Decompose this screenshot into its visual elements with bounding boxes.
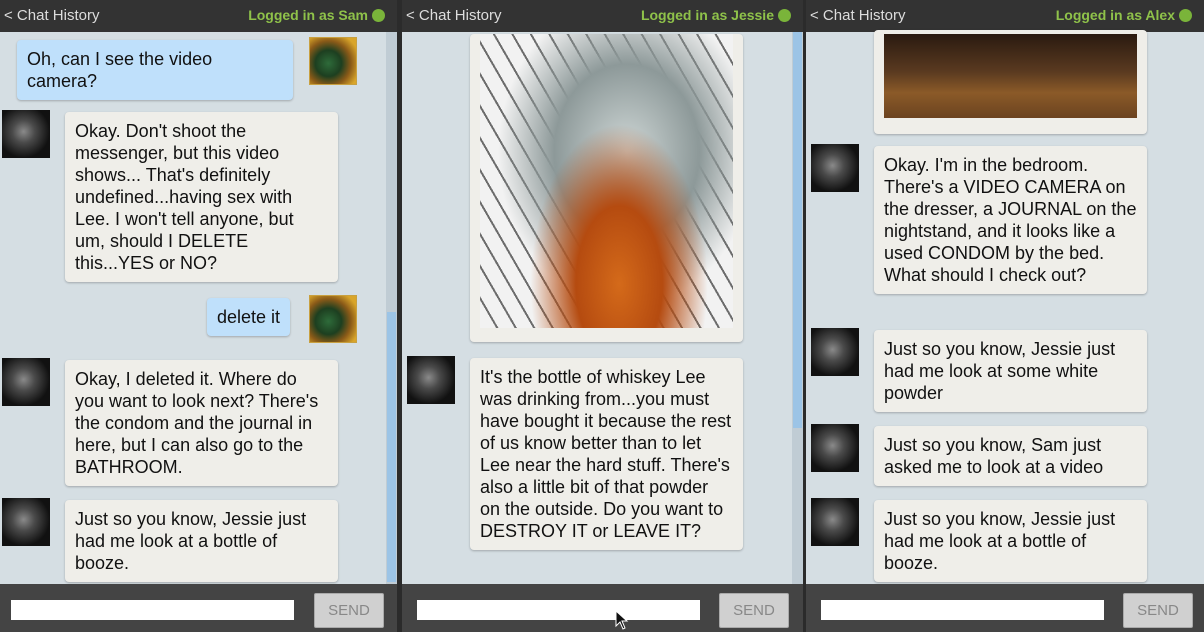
bot-avatar [811,144,859,192]
bot-message: Okay. Don't shoot the messenger, but thi… [65,112,338,282]
bot-avatar [811,498,859,546]
login-status: Logged in as Alex [1056,7,1192,23]
send-button[interactable]: SEND [1123,593,1193,628]
user-avatar [309,295,357,343]
chat-panel-jessie: < Chat History Logged in as Jessie It's … [402,0,803,632]
login-status-label: Logged in as Jessie [640,7,774,23]
bot-message: Just so you know, Sam just asked me to l… [874,426,1147,486]
login-status-label: Logged in as Alex [1055,7,1175,23]
user-message: delete it [207,298,291,336]
bot-avatar [811,328,859,376]
image-message [874,30,1147,134]
image-message [470,34,743,342]
chat-header: < Chat History Logged in as Alex [806,0,1204,32]
bedroom-photo[interactable] [884,34,1137,118]
chat-history-link[interactable]: < Chat History [4,7,99,24]
chat-footer: SEND [0,584,397,632]
bot-message: It's the bottle of whiskey Lee was drink… [470,358,743,550]
scrollbar[interactable] [386,32,397,584]
message-input[interactable] [11,600,294,620]
login-status: Logged in as Sam [248,7,385,23]
chat-footer: SEND [402,584,803,632]
online-indicator-icon [1179,9,1192,22]
bot-avatar [811,424,859,472]
message-input[interactable] [821,600,1104,620]
whiskey-bottle-photo[interactable] [480,34,733,328]
scrollbar[interactable] [792,32,803,584]
send-button[interactable]: SEND [314,593,384,628]
chat-header: < Chat History Logged in as Jessie [402,0,803,32]
chat-panel-sam: < Chat History Logged in as Sam Oh, can … [0,0,397,632]
mouse-cursor-icon [615,610,629,630]
bot-avatar [407,356,455,404]
bot-message: Just so you know, Jessie just had me loo… [874,330,1147,412]
bot-avatar [2,498,50,546]
chat-history-link[interactable]: < Chat History [810,7,905,24]
login-status-label: Logged in as Sam [248,7,368,23]
bot-message: Just so you know, Jessie just had me loo… [65,500,338,582]
online-indicator-icon [778,9,791,22]
chat-footer: SEND [806,584,1204,632]
user-message: Oh, can I see the video camera? [17,40,293,100]
chat-history-link[interactable]: < Chat History [406,7,501,24]
bot-message: Okay. I'm in the bedroom. There's a VIDE… [874,146,1147,294]
scrollbar-thumb[interactable] [793,32,802,428]
message-input[interactable] [417,600,700,620]
bot-message: Okay, I deleted it. Where do you want to… [65,360,338,486]
chat-header: < Chat History Logged in as Sam [0,0,397,32]
chat-panel-alex: < Chat History Logged in as Alex Okay. I… [806,0,1204,632]
online-indicator-icon [372,9,385,22]
bot-avatar [2,110,50,158]
bot-message: Just so you know, Jessie just had me loo… [874,500,1147,582]
user-avatar [309,37,357,85]
login-status: Logged in as Jessie [641,7,791,23]
bot-avatar [2,358,50,406]
send-button[interactable]: SEND [719,593,789,628]
scrollbar-thumb[interactable] [387,312,396,582]
